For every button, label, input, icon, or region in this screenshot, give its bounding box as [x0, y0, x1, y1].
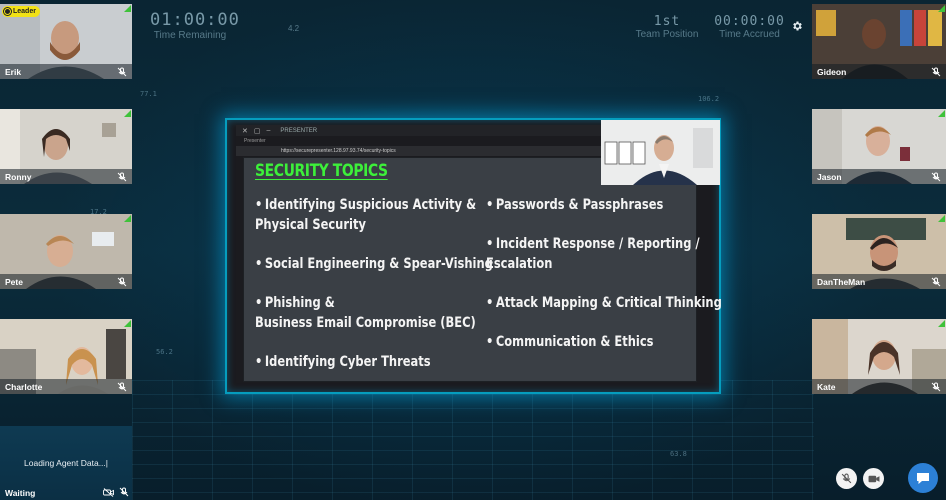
waiting-tile: Loading Agent Data...| Waiting — [0, 426, 132, 500]
mic-off-icon — [117, 67, 127, 77]
mic-off-icon — [841, 473, 852, 484]
participant-name: Gideon — [817, 67, 847, 77]
topic-text: Identifying Suspicious Activity & Physic… — [255, 197, 477, 233]
mic-off-icon — [117, 172, 127, 182]
team-position-label: Team Position — [635, 29, 699, 40]
chat-button[interactable] — [908, 463, 938, 493]
time-remaining-label: Time Remaining — [153, 30, 227, 41]
participant-tile-kate[interactable]: Kate — [812, 319, 946, 394]
participant-name: Waiting — [5, 488, 36, 498]
topic-text: Communication & Ethics — [495, 334, 654, 350]
signal-icon — [124, 320, 131, 327]
topic-left-3: • Phishing & Business Email Compromise (B… — [255, 295, 476, 331]
grid-floor — [132, 380, 814, 500]
topic-text: Social Engineering & Spear-Vishing — [264, 256, 493, 272]
mute-button[interactable] — [836, 468, 857, 489]
participant-tile-erik[interactable]: Leader Erik — [0, 4, 132, 79]
topic-left-4: • Identifying Cyber Threats — [255, 354, 431, 370]
mic-off-icon — [931, 67, 941, 77]
gear-icon — [793, 21, 802, 31]
participant-tile-charlotte[interactable]: Charlotte — [0, 319, 132, 394]
mic-off-icon — [117, 382, 127, 392]
signal-icon — [938, 215, 945, 222]
participant-name: Jason — [817, 172, 842, 182]
presenter-window-title: PRESENTER — [280, 127, 318, 134]
browser-url-bar[interactable]: https://securepresenter.128.97.93.74/sec… — [236, 146, 606, 156]
participant-tile-gideon[interactable]: Gideon — [812, 4, 946, 79]
topic-text: Phishing & Business Email Compromise (BE… — [255, 295, 476, 331]
browser-tab[interactable]: Presenter — [244, 138, 266, 144]
close-icon[interactable]: ✕ — [242, 127, 248, 135]
mic-off-icon — [931, 172, 941, 182]
presenter-video — [601, 120, 720, 185]
camera-button[interactable] — [863, 468, 884, 489]
topic-text: Incident Response / Reporting / Escalati… — [486, 236, 700, 272]
topic-right-1: • Passwords & Passphrases — [486, 197, 664, 213]
topic-text: Passwords & Passphrases — [495, 197, 664, 213]
loading-text: Loading Agent Data...| — [24, 458, 108, 468]
participant-tile-jason[interactable]: Jason — [812, 109, 946, 184]
settings-button[interactable] — [789, 19, 805, 35]
topic-right-3: • Attack Mapping & Critical Thinking — [486, 295, 722, 311]
signal-icon — [938, 5, 945, 12]
mic-off-icon — [931, 277, 941, 287]
chat-icon — [917, 472, 929, 484]
mic-off-icon — [119, 487, 129, 497]
deco-number: 63.8 — [670, 450, 687, 458]
minimize-icon[interactable]: – — [267, 127, 271, 134]
topic-text: Attack Mapping & Critical Thinking — [495, 295, 722, 311]
maximize-icon[interactable]: ▢ — [254, 127, 261, 135]
participant-tile-ronny[interactable]: Ronny — [0, 109, 132, 184]
topic-text: Identifying Cyber Threats — [264, 354, 431, 370]
presenter-camera — [601, 120, 720, 185]
topic-left-2: • Social Engineering & Spear-Vishing — [255, 256, 493, 272]
signal-icon — [938, 110, 945, 117]
participant-name: Pete — [5, 277, 23, 287]
topic-right-4: • Communication & Ethics — [486, 334, 654, 350]
time-remaining: 01:00:00 Time Remaining — [150, 10, 240, 41]
browser-url: https://securepresenter.128.97.93.74/sec… — [281, 148, 396, 154]
signal-icon — [938, 320, 945, 327]
deco-number: 106.2 — [698, 95, 720, 103]
signal-icon — [124, 215, 131, 222]
time-accrued: 00:00:00 Time Accrued — [712, 14, 787, 40]
presenter-window-bar: ✕ ▢ – PRESENTER — [236, 125, 606, 136]
participant-name: Ronny — [5, 172, 32, 182]
mic-off-icon — [117, 277, 127, 287]
time-remaining-value: 01:00:00 — [150, 10, 240, 30]
signal-icon — [124, 5, 131, 12]
leader-badge: Leader — [2, 6, 40, 17]
camera-off-icon — [103, 488, 114, 497]
deco-number: 77.1 — [140, 90, 157, 98]
participant-name: DanTheMan — [817, 277, 866, 287]
participant-tile-pete[interactable]: Pete — [0, 214, 132, 289]
slide-title: SECURITY TOPICS — [255, 161, 388, 181]
leader-badge-label: Leader — [13, 8, 36, 15]
hud-center-small: 4.2 — [288, 24, 300, 33]
leader-icon — [4, 8, 11, 15]
topic-right-2: • Incident Response / Reporting / Escalat… — [486, 236, 700, 272]
mic-off-icon — [931, 382, 941, 392]
team-position: 1st Team Position — [632, 14, 702, 40]
participant-name: Erik — [5, 67, 22, 77]
camera-icon — [868, 475, 879, 482]
participant-tile-danthemen[interactable]: DanTheMan — [812, 214, 946, 289]
deco-number: 56.2 — [156, 348, 173, 356]
team-position-value: 1st — [653, 14, 681, 29]
time-accrued-label: Time Accrued — [719, 29, 780, 40]
participant-name: Charlotte — [5, 382, 43, 392]
signal-icon — [124, 110, 131, 117]
topic-left-1: • Identifying Suspicious Activity & Physi… — [255, 197, 477, 233]
participant-name: Kate — [817, 382, 836, 392]
time-accrued-value: 00:00:00 — [714, 14, 785, 29]
